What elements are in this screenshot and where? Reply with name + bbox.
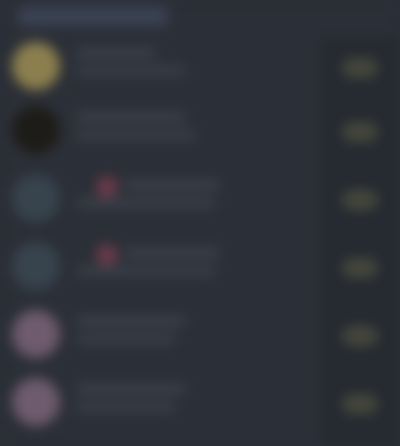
- avatar: [12, 242, 60, 290]
- status-badge: [96, 244, 118, 266]
- item-title-placeholder: [76, 48, 156, 58]
- item-action-button[interactable]: [342, 258, 378, 278]
- item-subtitle-placeholder: [76, 266, 216, 276]
- item-title-placeholder: [76, 316, 186, 326]
- list-panel: [0, 0, 400, 446]
- item-subtitle-placeholder: [76, 130, 196, 140]
- item-action-button[interactable]: [342, 58, 378, 78]
- item-title-placeholder: [76, 112, 186, 122]
- item-title-placeholder: [124, 180, 220, 190]
- list-item[interactable]: [0, 372, 400, 436]
- item-subtitle-placeholder: [76, 66, 186, 76]
- status-badge: [96, 176, 118, 198]
- list-item[interactable]: [0, 100, 400, 164]
- item-action-button[interactable]: [342, 122, 378, 142]
- item-subtitle-placeholder: [76, 402, 176, 412]
- list-header-title: [18, 6, 168, 10]
- item-action-button[interactable]: [342, 394, 378, 414]
- item-action-button[interactable]: [342, 190, 378, 210]
- avatar: [12, 42, 60, 90]
- avatar: [12, 310, 60, 358]
- list-header: [18, 6, 168, 26]
- list-item[interactable]: [0, 236, 400, 300]
- list-item[interactable]: [0, 304, 400, 368]
- item-title-placeholder: [76, 384, 186, 394]
- avatar: [12, 174, 60, 222]
- avatar: [12, 378, 60, 426]
- item-subtitle-placeholder: [76, 198, 216, 208]
- list-item[interactable]: [0, 36, 400, 100]
- item-subtitle-placeholder: [76, 334, 176, 344]
- avatar: [12, 106, 60, 154]
- item-title-placeholder: [124, 248, 220, 258]
- list-item[interactable]: [0, 168, 400, 232]
- item-action-button[interactable]: [342, 326, 378, 346]
